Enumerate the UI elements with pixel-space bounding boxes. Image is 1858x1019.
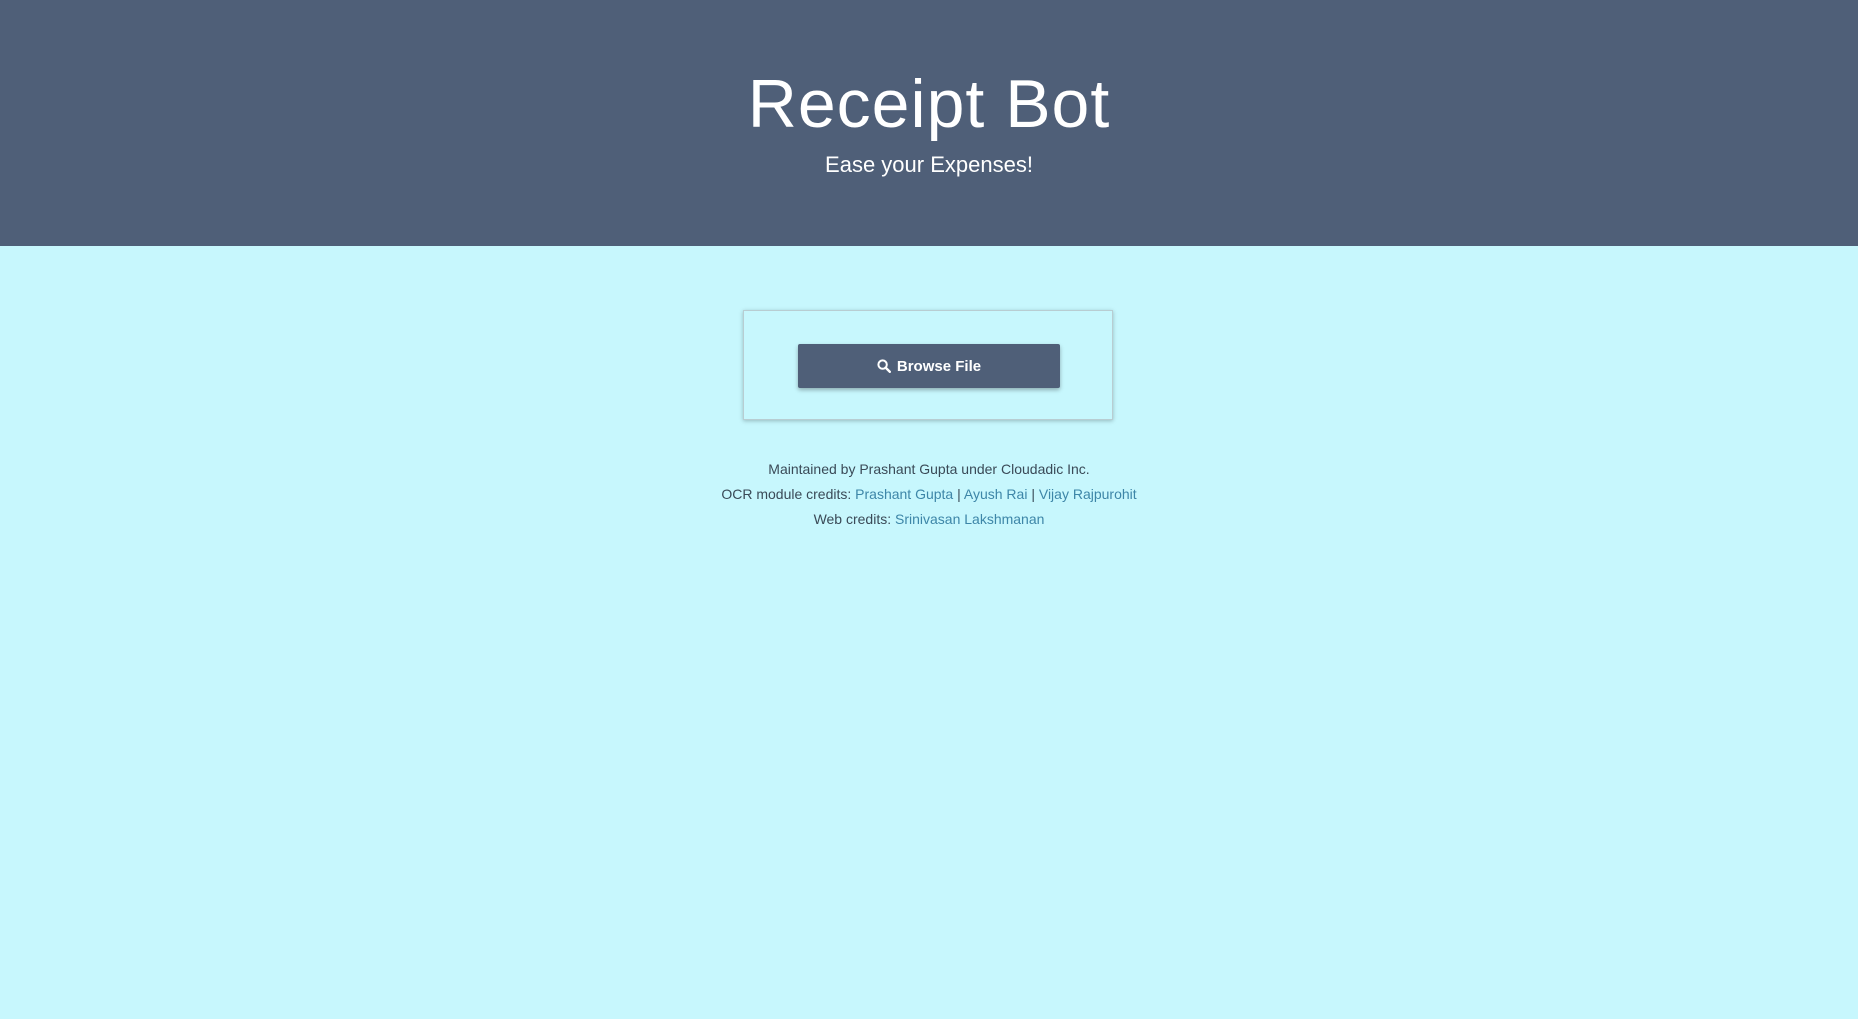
credit-separator: | [1031, 486, 1035, 502]
search-icon [877, 359, 891, 373]
header-banner: Receipt Bot Ease your Expenses! [0, 0, 1858, 246]
maintained-by-text: Maintained by Prashant Gupta under Cloud… [768, 461, 1090, 477]
credit-separator: | [957, 486, 961, 502]
web-credit-link-srinivasan-lakshmanan[interactable]: Srinivasan Lakshmanan [895, 511, 1044, 527]
ocr-credits-label: OCR module credits: [721, 486, 852, 502]
upload-card: Browse File [743, 310, 1113, 420]
credits-footer: Maintained by Prashant Gupta under Cloud… [0, 457, 1858, 532]
page-title: Receipt Bot [747, 66, 1111, 142]
browse-file-button[interactable]: Browse File [798, 344, 1060, 388]
web-credits-line: Web credits: Srinivasan Lakshmanan [0, 507, 1858, 532]
web-credits-label: Web credits: [813, 511, 892, 527]
ocr-credit-link-ayush-rai[interactable]: Ayush Rai [964, 486, 1028, 502]
ocr-credit-link-prashant-gupta[interactable]: Prashant Gupta [855, 486, 953, 502]
ocr-credits-line: OCR module credits: Prashant Gupta | Ayu… [0, 482, 1858, 507]
ocr-credit-link-vijay-rajpurohit[interactable]: Vijay Rajpurohit [1039, 486, 1137, 502]
browse-file-label: Browse File [896, 357, 982, 375]
page-subtitle: Ease your Expenses! [825, 152, 1033, 177]
